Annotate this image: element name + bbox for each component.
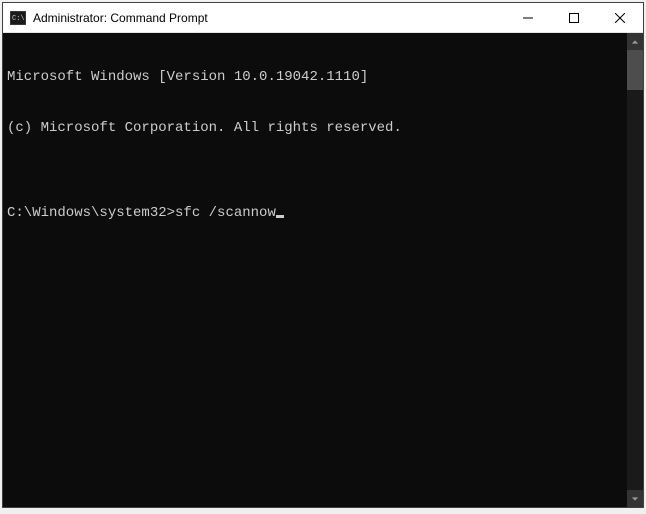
command-prompt-window: C:\ Administrator: Command Prompt bbox=[2, 2, 644, 508]
window-controls bbox=[505, 3, 643, 32]
scroll-up-button[interactable] bbox=[627, 33, 643, 50]
cursor bbox=[276, 215, 284, 218]
terminal-output[interactable]: Microsoft Windows [Version 10.0.19042.11… bbox=[3, 33, 627, 507]
window-title: Administrator: Command Prompt bbox=[33, 11, 505, 25]
close-icon bbox=[615, 13, 625, 23]
cmd-icon: C:\ bbox=[9, 9, 27, 27]
output-line: (c) Microsoft Corporation. All rights re… bbox=[7, 120, 623, 137]
maximize-icon bbox=[569, 13, 579, 23]
prompt-line: C:\Windows\system32>sfc /scannow bbox=[7, 205, 623, 222]
vertical-scrollbar[interactable] bbox=[627, 33, 643, 507]
typed-command: sfc /scannow bbox=[175, 205, 276, 222]
maximize-button[interactable] bbox=[551, 3, 597, 32]
scroll-down-button[interactable] bbox=[627, 490, 643, 507]
svg-text:C:\: C:\ bbox=[12, 15, 25, 23]
scroll-thumb[interactable] bbox=[627, 50, 643, 90]
output-line: Microsoft Windows [Version 10.0.19042.11… bbox=[7, 69, 623, 86]
titlebar[interactable]: C:\ Administrator: Command Prompt bbox=[3, 3, 643, 33]
minimize-button[interactable] bbox=[505, 3, 551, 32]
close-button[interactable] bbox=[597, 3, 643, 32]
chevron-down-icon bbox=[631, 495, 639, 503]
terminal-container: Microsoft Windows [Version 10.0.19042.11… bbox=[3, 33, 643, 507]
minimize-icon bbox=[523, 13, 533, 23]
prompt: C:\Windows\system32> bbox=[7, 205, 175, 222]
chevron-up-icon bbox=[631, 38, 639, 46]
